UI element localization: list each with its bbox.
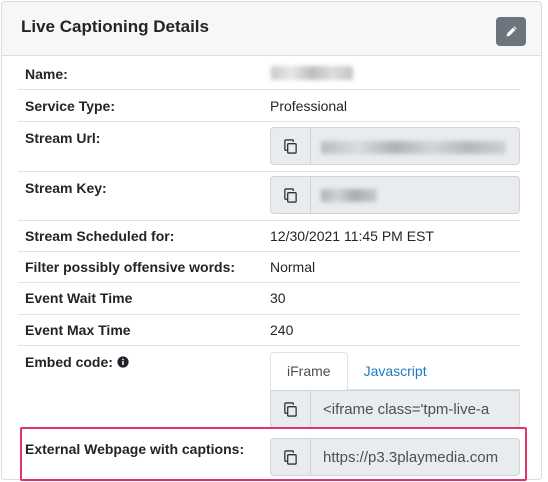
service-type-value: Professional [270, 98, 348, 114]
tab-iframe[interactable]: iFrame [270, 352, 348, 390]
embed-code-input-group: <iframe class='tpm-live-a [270, 390, 520, 428]
copy-icon [284, 401, 297, 417]
embed-code-tabs: iFrame Javascript [270, 352, 443, 390]
stream-key-redacted [321, 189, 377, 202]
row-divider [18, 345, 520, 346]
stream-url-label: Stream Url: [25, 130, 101, 146]
copy-icon [284, 138, 297, 154]
stream-scheduled-value: 12/30/2021 11:45 PM EST [270, 228, 434, 244]
row-divider [18, 171, 520, 172]
info-circle-icon[interactable] [117, 355, 129, 371]
filter-words-value: Normal [270, 259, 316, 275]
copy-stream-url-button[interactable] [270, 127, 311, 165]
embed-code-label-text: Embed code: [25, 354, 113, 370]
stream-key-label: Stream Key: [25, 180, 107, 196]
row-divider [18, 220, 520, 221]
copy-external-webpage-button[interactable] [270, 438, 311, 476]
external-webpage-input-group: https://p3.3playmedia.com [270, 438, 520, 476]
panel-title: Live Captioning Details [21, 17, 209, 36]
stream-url-input-group [270, 127, 520, 165]
stream-key-field[interactable] [311, 176, 520, 214]
external-webpage-label: External Webpage with captions: [25, 441, 245, 457]
event-wait-label: Event Wait Time [25, 290, 133, 306]
tab-javascript[interactable]: Javascript [348, 352, 443, 390]
event-max-label: Event Max Time [25, 322, 131, 338]
external-webpage-field[interactable]: https://p3.3playmedia.com [311, 438, 520, 476]
embed-code-field[interactable]: <iframe class='tpm-live-a [311, 390, 520, 428]
row-divider [18, 251, 520, 252]
copy-icon [284, 449, 297, 465]
service-type-label: Service Type: [25, 98, 116, 114]
pencil-icon [506, 26, 517, 37]
row-divider [18, 89, 520, 90]
row-divider [18, 314, 520, 315]
embed-code-label: Embed code: [25, 354, 129, 371]
copy-stream-key-button[interactable] [270, 176, 311, 214]
stream-url-field[interactable] [311, 127, 520, 165]
row-divider [18, 121, 520, 122]
edit-button[interactable] [496, 17, 526, 46]
panel-header: Live Captioning Details [2, 2, 541, 56]
stream-scheduled-label: Stream Scheduled for: [25, 228, 175, 244]
stream-url-redacted [321, 141, 506, 154]
stream-key-input-group [270, 176, 520, 214]
name-value-redacted [271, 66, 353, 80]
filter-words-label: Filter possibly offensive words: [25, 259, 236, 275]
event-max-value: 240 [270, 322, 294, 338]
event-wait-value: 30 [270, 290, 286, 306]
row-divider [18, 282, 520, 283]
copy-embed-code-button[interactable] [270, 390, 311, 428]
name-label: Name: [25, 66, 68, 82]
copy-icon [284, 187, 297, 203]
